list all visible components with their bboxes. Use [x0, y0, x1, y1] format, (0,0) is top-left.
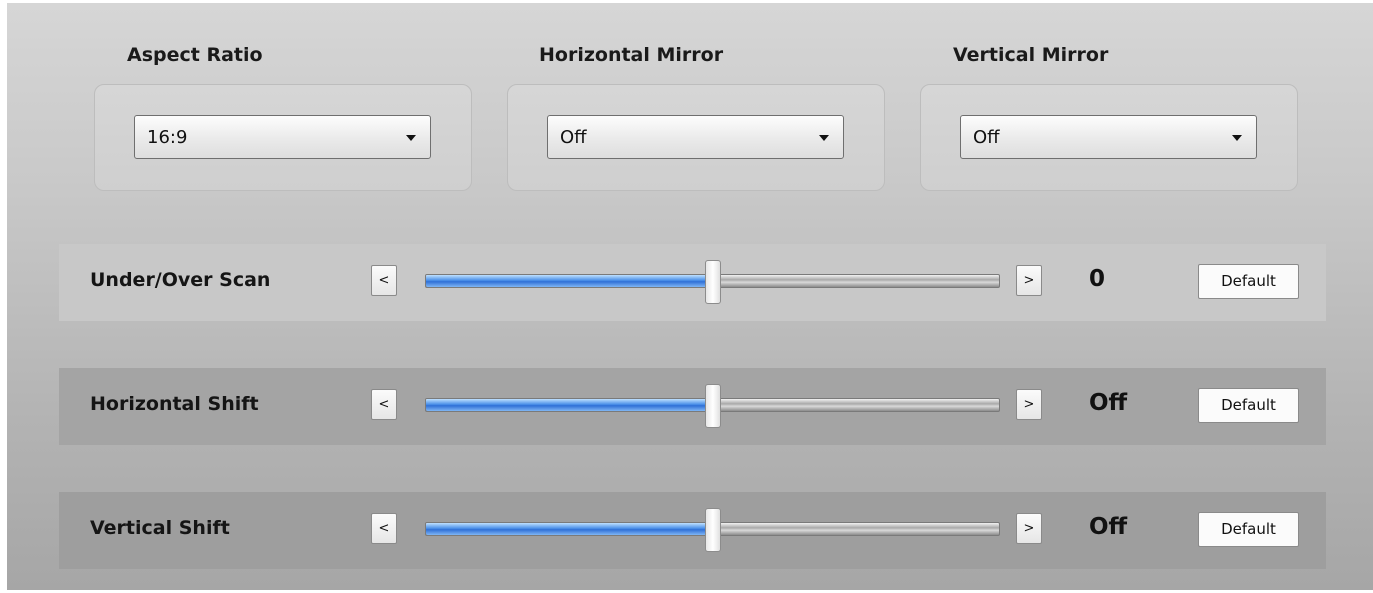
horizontal-shift-slider-thumb[interactable]	[704, 384, 721, 428]
under-over-scan-decrement-button[interactable]: <	[371, 265, 397, 296]
vertical-mirror-select[interactable]: Off	[960, 115, 1257, 159]
horizontal-shift-label: Horizontal Shift	[90, 393, 259, 415]
under-over-scan-label: Under/Over Scan	[90, 269, 271, 291]
vertical-mirror-value: Off	[973, 127, 1000, 148]
vertical-shift-increment-button[interactable]: >	[1016, 513, 1042, 544]
chevron-down-icon	[819, 135, 829, 141]
vertical-shift-label: Vertical Shift	[90, 517, 230, 539]
aspect-ratio-value: 16:9	[147, 127, 188, 148]
chevron-down-icon	[406, 135, 416, 141]
aspect-ratio-box: 16:9	[94, 84, 472, 191]
horizontal-shift-row: Horizontal Shift < > Off Default	[59, 368, 1326, 445]
vertical-mirror-label: Vertical Mirror	[953, 44, 1109, 66]
under-over-scan-slider-fill	[426, 275, 713, 287]
vertical-shift-default-button[interactable]: Default	[1198, 512, 1299, 547]
aspect-ratio-select[interactable]: 16:9	[134, 115, 431, 159]
vertical-shift-row: Vertical Shift < > Off Default	[59, 492, 1326, 569]
horizontal-mirror-box: Off	[507, 84, 885, 191]
under-over-scan-default-button[interactable]: Default	[1198, 264, 1299, 299]
horizontal-shift-decrement-button[interactable]: <	[371, 389, 397, 420]
window-edge	[0, 0, 7, 593]
under-over-scan-slider-thumb[interactable]	[704, 260, 721, 304]
vertical-shift-slider-thumb[interactable]	[704, 508, 721, 552]
vertical-shift-value: Off	[1089, 514, 1128, 540]
aspect-ratio-label: Aspect Ratio	[127, 44, 263, 66]
horizontal-shift-increment-button[interactable]: >	[1016, 389, 1042, 420]
under-over-scan-increment-button[interactable]: >	[1016, 265, 1042, 296]
horizontal-mirror-select[interactable]: Off	[547, 115, 844, 159]
vertical-shift-slider-fill	[426, 523, 713, 535]
horizontal-shift-slider-fill	[426, 399, 713, 411]
horizontal-shift-default-button[interactable]: Default	[1198, 388, 1299, 423]
horizontal-shift-value: Off	[1089, 390, 1128, 416]
vertical-mirror-box: Off	[920, 84, 1298, 191]
under-over-scan-value: 0	[1089, 266, 1106, 292]
chevron-down-icon	[1232, 135, 1242, 141]
horizontal-mirror-value: Off	[560, 127, 587, 148]
vertical-shift-decrement-button[interactable]: <	[371, 513, 397, 544]
horizontal-mirror-label: Horizontal Mirror	[539, 44, 724, 66]
under-over-scan-row: Under/Over Scan < > 0 Default	[59, 244, 1326, 321]
